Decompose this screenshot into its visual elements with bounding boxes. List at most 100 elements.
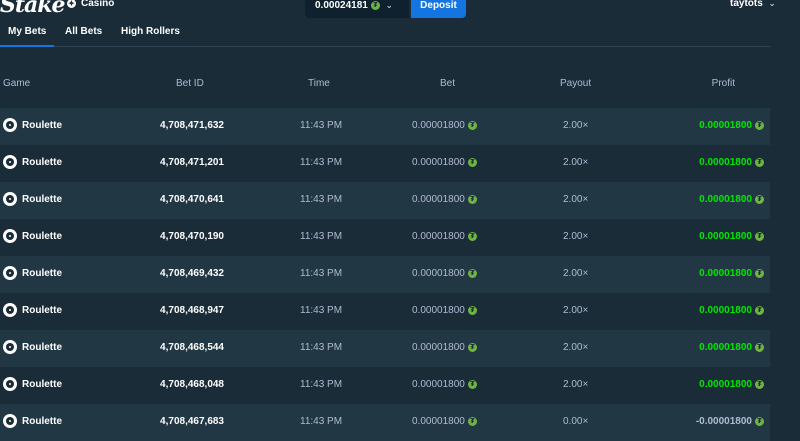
- table-row[interactable]: Roulette 4,708,470,190 11:43 PM 0.00001800 ₮…: [0, 219, 770, 256]
- bet-value: 0.00001800: [412, 194, 465, 205]
- game-cell[interactable]: Roulette: [3, 229, 62, 243]
- game-cell[interactable]: Roulette: [3, 118, 62, 132]
- wallet-balance-dropdown[interactable]: 0.00024181 ₮ ⌄: [305, 0, 409, 18]
- coin-icon: ₮: [467, 158, 477, 167]
- payout-multiplier: 2.00×: [563, 268, 589, 279]
- coin-icon: ₮: [755, 158, 764, 167]
- column-bet-id: Bet ID: [176, 78, 204, 89]
- game-name: Roulette: [22, 267, 62, 279]
- bet-id[interactable]: 4,708,468,947: [160, 305, 224, 316]
- bet-id[interactable]: 4,708,469,432: [160, 268, 224, 279]
- bet-id[interactable]: 4,708,467,683: [160, 416, 224, 427]
- bet-id[interactable]: 4,708,470,641: [160, 194, 224, 205]
- profit-amount: 0.00001800 ₮: [699, 231, 764, 242]
- profit-amount: 0.00001800 ₮: [699, 120, 764, 131]
- payout-multiplier: 2.00×: [563, 194, 589, 205]
- coin-icon: ₮: [467, 121, 477, 130]
- chevron-down-icon: ⌄: [385, 1, 393, 10]
- table-row[interactable]: Roulette 4,708,471,201 11:43 PM 0.00001800 ₮…: [0, 145, 770, 182]
- payout-multiplier: 2.00×: [563, 231, 589, 242]
- bet-time: 11:43 PM: [300, 268, 343, 279]
- tab-all-bets[interactable]: All Bets: [65, 26, 102, 37]
- game-cell[interactable]: Roulette: [3, 377, 62, 391]
- table-row[interactable]: Roulette 4,708,468,048 11:43 PM 0.00001800 ₮…: [0, 367, 770, 404]
- game-cell[interactable]: Roulette: [3, 192, 62, 206]
- bet-amount: 0.00001800 ₮: [412, 416, 477, 427]
- tab-high-rollers[interactable]: High Rollers: [121, 26, 180, 37]
- profit-amount: 0.00001800 ₮: [699, 305, 764, 316]
- coin-icon: ₮: [755, 380, 764, 389]
- stake-logo[interactable]: Stake: [0, 0, 66, 18]
- tab-my-bets[interactable]: My Bets: [0, 26, 55, 47]
- bet-id[interactable]: 4,708,471,632: [160, 120, 224, 131]
- table-row[interactable]: Roulette 4,708,467,683 11:43 PM 0.00001800 ₮…: [0, 404, 770, 441]
- table-row[interactable]: Roulette 4,708,468,947 11:43 PM 0.00001800 ₮…: [0, 293, 770, 330]
- table-row[interactable]: Roulette 4,708,470,641 11:43 PM 0.00001800 ₮…: [0, 182, 770, 219]
- bet-amount: 0.00001800 ₮: [412, 305, 477, 316]
- bet-value: 0.00001800: [412, 157, 465, 168]
- column-bet: Bet: [440, 78, 456, 89]
- bet-value: 0.00001800: [412, 231, 465, 242]
- balance-amount: 0.00024181: [315, 0, 368, 11]
- game-name: Roulette: [22, 193, 62, 205]
- coin-icon: ₮: [467, 380, 477, 389]
- payout-multiplier: 2.00×: [563, 342, 589, 353]
- casino-icon: ✦: [67, 0, 76, 8]
- roulette-wheel-icon: [3, 377, 17, 391]
- game-cell[interactable]: Roulette: [3, 303, 62, 317]
- bet-time: 11:43 PM: [300, 157, 343, 168]
- bet-id[interactable]: 4,708,468,048: [160, 379, 224, 390]
- coin-icon: ₮: [467, 417, 477, 426]
- coin-icon: ₮: [755, 306, 764, 315]
- table-row[interactable]: Roulette 4,708,471,632 11:43 PM 0.00001800 ₮…: [0, 108, 770, 145]
- bet-value: 0.00001800: [412, 120, 465, 131]
- game-name: Roulette: [22, 230, 62, 242]
- table-row[interactable]: Roulette 4,708,469,432 11:43 PM 0.00001800 ₮…: [0, 256, 770, 293]
- game-name: Roulette: [22, 415, 62, 427]
- coin-icon: ₮: [755, 121, 764, 130]
- game-cell[interactable]: Roulette: [3, 155, 62, 169]
- bet-time: 11:43 PM: [300, 342, 343, 353]
- coin-icon: ₮: [755, 232, 764, 241]
- bet-time: 11:43 PM: [300, 305, 343, 316]
- table-row[interactable]: Roulette 4,708,468,544 11:43 PM 0.00001800 ₮…: [0, 330, 770, 367]
- roulette-wheel-icon: [3, 414, 17, 428]
- roulette-wheel-icon: [3, 340, 17, 354]
- deposit-button[interactable]: Deposit: [411, 0, 466, 18]
- casino-nav[interactable]: ✦ Casino: [67, 0, 114, 9]
- bet-time: 11:43 PM: [300, 120, 343, 131]
- profit-value: 0.00001800: [699, 157, 752, 168]
- coin-icon: ₮: [467, 269, 477, 278]
- payout-multiplier: 2.00×: [563, 305, 589, 316]
- column-payout: Payout: [560, 78, 592, 89]
- bet-time: 11:43 PM: [300, 194, 343, 205]
- bet-amount: 0.00001800 ₮: [412, 379, 477, 390]
- profit-value: 0.00001800: [699, 379, 752, 390]
- profit-amount: 0.00001800 ₮: [699, 157, 764, 168]
- game-name: Roulette: [22, 304, 62, 316]
- game-cell[interactable]: Roulette: [3, 414, 62, 428]
- roulette-wheel-icon: [3, 118, 17, 132]
- bet-time: 11:43 PM: [300, 416, 343, 427]
- game-cell[interactable]: Roulette: [3, 266, 62, 280]
- bet-amount: 0.00001800 ₮: [412, 231, 477, 242]
- bet-value: 0.00001800: [412, 379, 465, 390]
- game-cell[interactable]: Roulette: [3, 340, 62, 354]
- profit-value: 0.00001800: [699, 268, 752, 279]
- user-menu[interactable]: taytots ⌄: [730, 0, 776, 9]
- profit-amount: 0.00001800 ₮: [699, 342, 764, 353]
- payout-multiplier: 2.00×: [563, 157, 589, 168]
- roulette-wheel-icon: [3, 155, 17, 169]
- profit-amount: 0.00001800 ₮: [699, 194, 764, 205]
- profit-amount: -0.00001800 ₮: [696, 416, 764, 427]
- profit-amount: 0.00001800 ₮: [699, 268, 764, 279]
- bet-id[interactable]: 4,708,468,544: [160, 342, 224, 353]
- coin-icon: ₮: [755, 417, 764, 426]
- bet-time: 11:43 PM: [300, 379, 343, 390]
- bet-id[interactable]: 4,708,470,190: [160, 231, 224, 242]
- game-name: Roulette: [22, 341, 62, 353]
- chevron-down-icon: ⌄: [768, 0, 776, 8]
- payout-multiplier: 2.00×: [563, 120, 589, 131]
- bet-id[interactable]: 4,708,471,201: [160, 157, 224, 168]
- profit-amount: 0.00001800 ₮: [699, 379, 764, 390]
